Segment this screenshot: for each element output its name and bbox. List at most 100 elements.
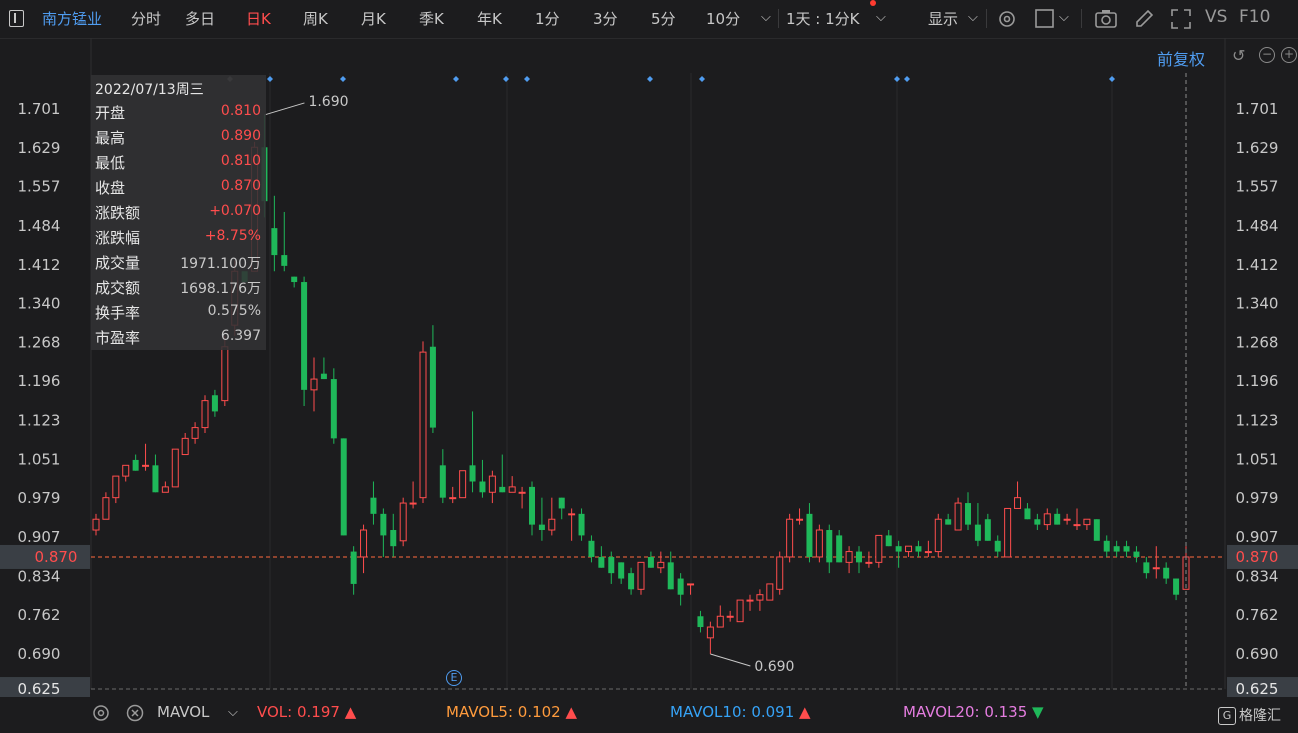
candle-body-down [608,556,615,574]
candle-body-down [330,379,337,439]
candle-body-down [588,540,595,557]
tab-1fen[interactable]: 1分 [535,8,560,29]
candle-body-down [132,459,139,471]
candle-body-down [1143,562,1150,574]
candle-body-down [1103,540,1110,552]
compare-button[interactable]: VS [1205,7,1227,27]
multi-period-select[interactable]: 1天 : 1分K [786,8,860,29]
candle-body-up [716,615,724,628]
y-tick-label-right: 1.629 [1236,139,1279,157]
candle-body-up [706,626,714,639]
info-label: 涨跌额 [95,204,141,222]
pencil-icon[interactable] [1133,8,1155,30]
tab-10fen[interactable]: 10分 [706,8,740,29]
candle-body-down [994,540,1001,552]
tab-5fen[interactable]: 5分 [651,8,676,29]
candle-body-up [1063,518,1071,521]
logo-icon: G [1218,707,1236,725]
candle-body-up [221,346,229,402]
y-tick-label-right: 0.834 [1236,567,1279,585]
event-diamond-icon [524,76,530,82]
candle-body-down [320,373,327,380]
square-icon[interactable] [1034,8,1056,30]
info-row: 开盘 0.810 [95,102,261,127]
tab-niank[interactable]: 年K [477,8,502,29]
chevron-down-icon[interactable]: ⌵ [1059,10,1069,25]
camera-icon[interactable] [1094,8,1118,30]
candle-body-down [429,346,436,428]
chevron-down-icon[interactable]: ⌵ [968,10,978,25]
tab-duori[interactable]: 多日 [185,8,215,29]
y-tick-label-left: 1.484 [18,217,61,235]
info-value: 1698.176万 [180,281,261,297]
candle-body-up [865,561,873,564]
candle-body-up [360,529,368,558]
info-value: 0.810 [220,103,261,119]
y-tick-label-right: 0.762 [1236,606,1279,624]
indicator-select[interactable]: MAVOL [157,703,209,721]
tab-yuek[interactable]: 月K [361,8,386,29]
chevron-down-icon[interactable]: ⌵ [228,705,238,720]
chevron-down-icon[interactable]: ⌵ [876,10,886,25]
info-value: 6.397 [220,328,261,344]
info-row: 成交额 1698.176万 [95,277,261,302]
candle-body-down [558,497,565,509]
f10-button[interactable]: F10 [1239,7,1270,27]
menu-icon[interactable] [9,10,24,27]
display-menu[interactable]: 显示 [928,8,958,29]
candle-body-down [1163,567,1170,579]
candle-body-down [806,513,813,557]
tab-zhouk[interactable]: 周K [303,8,328,29]
tab-jik[interactable]: 季K [419,8,444,29]
divider [986,9,987,28]
y-tick-label-right: 0.979 [1236,489,1279,507]
high-annotation: 1.690 [308,94,348,110]
event-marker-icon[interactable]: E [446,670,462,686]
tab-3fen[interactable]: 3分 [593,8,618,29]
tab-fenshi[interactable]: 分时 [131,8,161,29]
event-diamond-icon [904,76,910,82]
brand-logo: G 格隆汇 [1218,705,1281,725]
bottom-price-label-left: 0.625 [18,680,61,697]
candle-body-down [281,255,288,266]
candle-body-down [1113,546,1120,552]
candle-body-down [826,530,833,563]
candle-body-down [479,481,486,493]
mavol5-value: MAVOL5: 0.102 ▲ [446,703,578,721]
info-label: 成交额 [95,279,141,297]
chevron-down-icon[interactable]: ⌵ [761,10,771,25]
info-label: 换手率 [95,304,141,322]
y-tick-label-left: 0.762 [18,606,61,624]
y-tick-label-left: 1.051 [18,450,61,468]
candle-body-down [340,438,347,536]
tab-rik[interactable]: 日K [246,8,271,29]
divider [778,9,779,28]
y-tick-label-left: 1.557 [18,178,61,196]
low-annotation-leader [710,653,751,667]
candle-body-down [598,556,605,568]
fullscreen-icon[interactable] [1170,8,1192,30]
candle-body-down [291,276,298,283]
info-row: 换手率 0.575% [95,302,261,327]
candle-body-up [1073,524,1081,527]
candle-body-up [201,400,209,429]
notification-dot [870,0,876,6]
stock-name[interactable]: 南方锰业 [42,8,102,29]
candle-body-down [529,486,535,525]
gear-icon[interactable] [91,703,111,723]
candle-body-up [637,561,645,590]
current-price-label-left: 0.870 [35,548,78,566]
candle-body-up [845,551,853,563]
candle-body-up [1004,507,1012,558]
candle-body-up [657,561,665,569]
info-value: 1971.100万 [180,256,261,272]
y-tick-label-right: 1.196 [1236,372,1279,390]
candle-body-up [1152,567,1160,570]
vol-value: VOL: 0.197 ▲ [257,703,357,721]
event-diamond-icon [267,76,273,82]
y-tick-label-left: 1.268 [18,333,61,351]
gear-icon[interactable] [996,8,1018,30]
event-diamond-icon [340,76,346,82]
candle-body-down [301,282,308,390]
close-icon[interactable] [125,703,145,723]
